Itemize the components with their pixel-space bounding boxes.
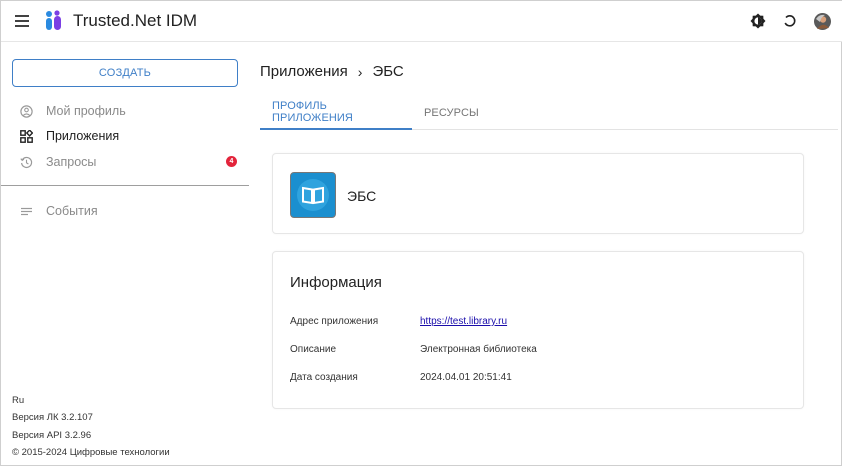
info-label: Адрес приложения <box>290 316 379 327</box>
list-icon <box>19 204 33 218</box>
info-value: 2024.04.01 20:51:41 <box>420 372 512 383</box>
application-card: ЭБС <box>272 153 804 234</box>
tab-bar: ПРОФИЛЬ ПРИЛОЖЕНИЯ РЕСУРСЫ <box>260 95 838 130</box>
info-row-created: Дата создания 2024.04.01 20:51:41 <box>290 372 790 386</box>
language-label[interactable]: Ru <box>12 395 24 406</box>
info-label: Описание <box>290 344 337 355</box>
info-card: Информация Адрес приложения https://test… <box>272 251 804 409</box>
sidebar: СОЗДАТЬ Мой профиль Приложения Запросы 4 <box>1 42 249 466</box>
hamburger-menu-icon[interactable] <box>15 15 29 27</box>
logo-icon <box>46 10 61 30</box>
book-icon <box>290 172 336 218</box>
top-bar: Trusted.Net IDM <box>1 1 842 42</box>
application-url-link[interactable]: https://test.library.ru <box>420 316 507 327</box>
app-title: Trusted.Net IDM <box>73 11 198 30</box>
breadcrumb-current: ЭБС <box>372 63 404 80</box>
info-row-description: Описание Электронная библиотека <box>290 344 790 358</box>
sidebar-item-requests[interactable]: Запросы 4 <box>19 153 241 171</box>
lk-version: Версия ЛК 3.2.107 <box>12 412 93 423</box>
sidebar-item-label: События <box>46 204 98 218</box>
info-title: Информация <box>290 274 382 291</box>
app-window: Trusted.Net IDM СОЗДАТЬ Мой профиль Прил… <box>0 0 842 466</box>
create-button[interactable]: СОЗДАТЬ <box>12 59 238 87</box>
notification-badge: 4 <box>226 156 237 167</box>
refresh-icon[interactable] <box>781 12 799 30</box>
info-value: Электронная библиотека <box>420 344 537 355</box>
info-row-address: Адрес приложения https://test.library.ru <box>290 316 790 330</box>
history-icon <box>19 155 33 169</box>
apps-grid-icon <box>19 129 33 143</box>
copyright: © 2015-2024 Цифровые технологии <box>12 447 170 458</box>
user-circle-icon <box>19 104 33 118</box>
sidebar-item-label: Запросы <box>46 155 97 169</box>
sidebar-item-applications[interactable]: Приложения <box>19 127 241 145</box>
sidebar-item-events[interactable]: События <box>19 202 241 220</box>
theme-toggle-icon[interactable] <box>749 12 767 30</box>
breadcrumb: Приложения › ЭБС <box>260 63 404 80</box>
api-version: Версия API 3.2.96 <box>12 430 92 441</box>
tab-application-profile[interactable]: ПРОФИЛЬ ПРИЛОЖЕНИЯ <box>260 95 412 130</box>
sidebar-item-my-profile[interactable]: Мой профиль <box>19 102 241 120</box>
user-avatar[interactable] <box>813 12 831 30</box>
sidebar-divider <box>1 185 249 186</box>
info-label: Дата создания <box>290 372 358 383</box>
tab-resources[interactable]: РЕСУРСЫ <box>412 95 491 130</box>
sidebar-item-label: Приложения <box>46 129 120 143</box>
breadcrumb-separator: › <box>357 63 363 80</box>
sidebar-item-label: Мой профиль <box>46 104 126 118</box>
application-name: ЭБС <box>347 188 377 204</box>
breadcrumb-parent[interactable]: Приложения <box>260 63 348 80</box>
